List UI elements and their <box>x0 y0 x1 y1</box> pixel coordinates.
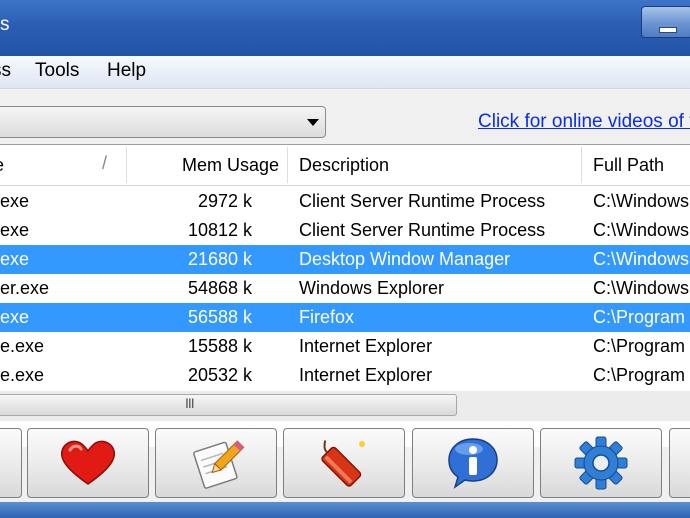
toolbar-button-partial-right[interactable] <box>669 428 690 498</box>
cell-full-path: C:\Program <box>593 307 686 327</box>
scrollbar-thumb[interactable]: III <box>0 394 457 416</box>
cell-full-path: C:\Program <box>593 365 686 385</box>
column-header-process[interactable]: e <box>0 145 4 185</box>
gear-icon <box>574 436 628 490</box>
horizontal-scrollbar[interactable]: III <box>0 391 690 421</box>
filter-dropdown[interactable] <box>0 106 326 138</box>
menu-tools[interactable]: Tools <box>35 60 79 82</box>
title-bar: s <box>0 0 690 56</box>
cell-description: Internet Explorer <box>299 365 433 385</box>
process-list[interactable]: e / Mem Usage Description Full Path exe … <box>0 144 690 447</box>
cell-process-name: exe <box>0 191 30 211</box>
cell-description: Windows Explorer <box>299 278 445 298</box>
table-row[interactable]: e.exe 20532 k Internet Explorer C:\Progr… <box>0 361 690 390</box>
sort-indicator-icon: / <box>102 153 108 173</box>
cell-full-path: C:\Windows <box>593 249 690 269</box>
window-bottom-border <box>0 502 690 518</box>
menu-help[interactable]: Help <box>107 60 146 82</box>
cell-description: Desktop Window Manager <box>299 249 511 269</box>
cell-mem-usage: 21680 k <box>187 249 252 269</box>
cell-process-name: er.exe <box>0 278 50 298</box>
cell-full-path: C:\Program <box>593 336 686 356</box>
notepad-pencil-icon <box>193 440 245 489</box>
cell-process-name: exe <box>0 220 30 240</box>
cell-full-path: C:\Windows <box>593 220 690 240</box>
toolbar-button-edit-notes[interactable] <box>155 428 277 498</box>
cell-process-name: exe <box>0 307 30 327</box>
menu-bar: ss Tools Help <box>0 56 690 89</box>
window-title: s <box>0 14 10 35</box>
table-row-selected[interactable]: exe 21680 k Desktop Window Manager C:\Wi… <box>0 245 690 274</box>
cell-mem-usage: 20532 k <box>187 365 252 385</box>
column-divider[interactable] <box>581 147 582 183</box>
cell-mem-usage: 10812 k <box>187 220 252 240</box>
toolbar-button-favorite[interactable] <box>27 428 149 498</box>
cell-description: Firefox <box>299 307 355 327</box>
cell-mem-usage: 56588 k <box>187 307 252 327</box>
cell-description: Client Server Runtime Process <box>299 191 546 211</box>
column-divider[interactable] <box>126 147 127 183</box>
column-header-full-path[interactable]: Full Path <box>593 145 664 185</box>
table-row[interactable]: exe 2972 k Client Server Runtime Process… <box>0 187 690 216</box>
table-row[interactable]: er.exe 54868 k Windows Explorer C:\Windo… <box>0 274 690 303</box>
chevron-down-icon <box>307 119 319 126</box>
menu-process[interactable]: ss <box>0 60 11 82</box>
dynamite-icon <box>321 440 365 487</box>
toolbar-button-settings[interactable] <box>540 428 662 498</box>
cell-mem-usage: 54868 k <box>187 278 252 298</box>
cell-mem-usage: 2972 k <box>197 191 252 211</box>
cell-full-path: C:\Windows <box>593 278 690 298</box>
column-header-mem-usage[interactable]: Mem Usage <box>182 145 279 185</box>
cell-process-name: e.exe <box>0 336 45 356</box>
column-divider[interactable] <box>287 147 288 183</box>
minimize-button[interactable] <box>641 6 690 38</box>
cell-description: Internet Explorer <box>299 336 433 356</box>
cell-process-name: e.exe <box>0 365 45 385</box>
scrollbar-grip-icon: III <box>185 395 195 411</box>
cell-description: Client Server Runtime Process <box>299 220 546 240</box>
table-row-selected[interactable]: exe 56588 k Firefox C:\Program <box>0 303 690 332</box>
list-header: e / Mem Usage Description Full Path <box>0 145 690 186</box>
cell-full-path: C:\Windows <box>593 191 690 211</box>
toolbar-button-partial-left[interactable] <box>0 428 22 498</box>
online-videos-link[interactable]: Click for online videos of th <box>478 111 690 133</box>
toolbar-button-properties[interactable] <box>412 428 534 498</box>
info-icon <box>448 438 498 489</box>
table-row[interactable]: e.exe 15588 k Internet Explorer C:\Progr… <box>0 332 690 361</box>
table-row[interactable]: exe 10812 k Client Server Runtime Proces… <box>0 216 690 245</box>
minimize-icon <box>659 27 677 33</box>
cell-process-name: exe <box>0 249 30 269</box>
column-header-description[interactable]: Description <box>299 145 389 185</box>
heart-icon <box>60 440 116 485</box>
toolbar-button-kill-process[interactable] <box>283 428 405 498</box>
cell-mem-usage: 15588 k <box>187 336 252 356</box>
